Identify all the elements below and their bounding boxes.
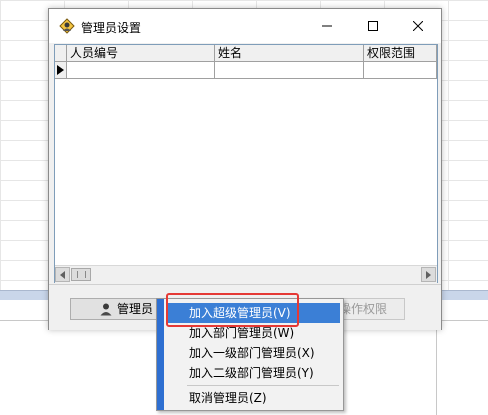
table-corner: [55, 45, 67, 62]
close-button[interactable]: [395, 9, 441, 43]
admin-settings-dialog: 管理员设置 人员编号 姓名 权限范围 管理员 操作权限: [48, 8, 442, 330]
menu-separator: [187, 385, 339, 386]
column-header-permission-scope[interactable]: 权限范围: [364, 45, 437, 62]
person-icon: [99, 302, 113, 322]
highlight-annotation-box: [166, 293, 299, 327]
table-cell-staff-id[interactable]: [67, 62, 215, 79]
minimize-button[interactable]: [304, 9, 350, 43]
horizontal-scrollbar[interactable]: [55, 265, 437, 283]
scroll-right-button[interactable]: [421, 267, 436, 282]
scroll-thumb[interactable]: [71, 268, 91, 281]
admin-table[interactable]: 人员编号 姓名 权限范围: [54, 44, 438, 283]
menu-item-remove-admin[interactable]: 取消管理员(Z): [167, 388, 340, 408]
table-cell-name[interactable]: [215, 62, 364, 79]
maximize-button[interactable]: [350, 9, 396, 43]
app-icon: [59, 18, 75, 34]
row-indicator[interactable]: [55, 62, 67, 79]
menu-item-add-level1-department-admin[interactable]: 加入一级部门管理员(X): [167, 343, 340, 363]
column-header-name[interactable]: 姓名: [215, 45, 364, 62]
menu-item-add-level2-department-admin[interactable]: 加入二级部门管理员(Y): [167, 363, 340, 383]
admin-menu-button[interactable]: 管理员: [70, 298, 164, 320]
scroll-left-button[interactable]: [55, 267, 70, 282]
menu-accent-strip: [157, 299, 164, 410]
table-cell-permission-scope[interactable]: [364, 62, 437, 79]
window-title: 管理员设置: [81, 21, 142, 35]
column-header-staff-id[interactable]: 人员编号: [67, 45, 215, 62]
title-bar[interactable]: 管理员设置: [49, 9, 441, 43]
admin-button-label: 管理员: [117, 302, 154, 316]
